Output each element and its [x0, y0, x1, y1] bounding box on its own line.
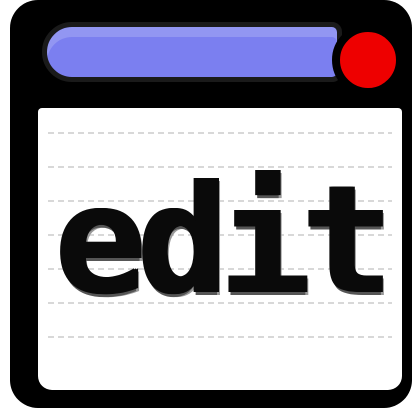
close-icon[interactable] — [332, 24, 404, 96]
ruled-line — [48, 336, 392, 338]
ruled-line — [48, 132, 392, 134]
app-window-frame: edit — [10, 0, 412, 408]
edit-label: edit — [55, 154, 392, 328]
title-bar[interactable] — [42, 22, 342, 82]
edit-content-area[interactable]: edit — [38, 108, 402, 390]
